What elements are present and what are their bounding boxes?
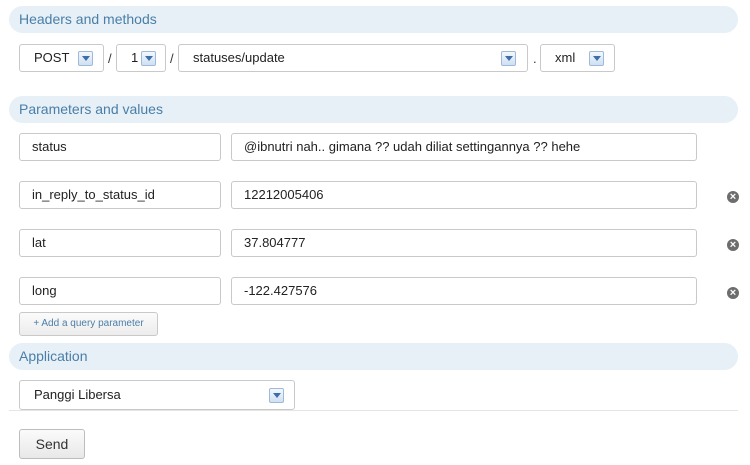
section-application-title: Application	[9, 343, 738, 370]
add-query-parameter-button[interactable]: + Add a query parameter	[19, 312, 158, 336]
method-select[interactable]: POST	[19, 44, 104, 72]
param-name-input[interactable]: in_reply_to_status_id	[19, 181, 221, 209]
param-name-input[interactable]: long	[19, 277, 221, 305]
section-headers-title: Headers and methods	[9, 6, 738, 33]
remove-circle-icon[interactable]: ×	[727, 287, 739, 299]
chevron-down-icon[interactable]	[501, 51, 516, 66]
chevron-down-icon[interactable]	[589, 51, 604, 66]
format-select[interactable]: xml	[540, 44, 615, 72]
chevron-down-icon[interactable]	[78, 51, 93, 66]
remove-circle-icon[interactable]: ×	[727, 239, 739, 251]
separator-slash: /	[108, 51, 112, 66]
endpoint-select[interactable]: statuses/update	[178, 44, 528, 72]
chevron-down-icon[interactable]	[141, 51, 156, 66]
format-value: xml	[555, 50, 576, 65]
separator-dot: .	[533, 51, 537, 66]
separator-slash: /	[170, 51, 174, 66]
param-name-input[interactable]: lat	[19, 229, 221, 257]
param-value-input[interactable]: -122.427576	[231, 277, 697, 305]
param-value-input[interactable]: @ibnutri nah.. gimana ?? udah diliat set…	[231, 133, 697, 161]
version-value: 1	[131, 50, 139, 65]
chevron-down-icon[interactable]	[269, 388, 284, 403]
endpoint-value: statuses/update	[193, 50, 285, 65]
param-value-input[interactable]: 37.804777	[231, 229, 697, 257]
param-value-input[interactable]: 12212005406	[231, 181, 697, 209]
section-params-title: Parameters and values	[9, 96, 738, 123]
remove-circle-icon[interactable]: ×	[727, 191, 739, 203]
method-value: POST	[34, 50, 70, 65]
application-select[interactable]: Panggi Libersa	[19, 380, 295, 410]
send-button[interactable]: Send	[19, 429, 85, 459]
version-select[interactable]: 1	[116, 44, 166, 72]
divider	[9, 410, 738, 411]
application-value: Panggi Libersa	[34, 387, 121, 402]
param-name-input[interactable]: status	[19, 133, 221, 161]
